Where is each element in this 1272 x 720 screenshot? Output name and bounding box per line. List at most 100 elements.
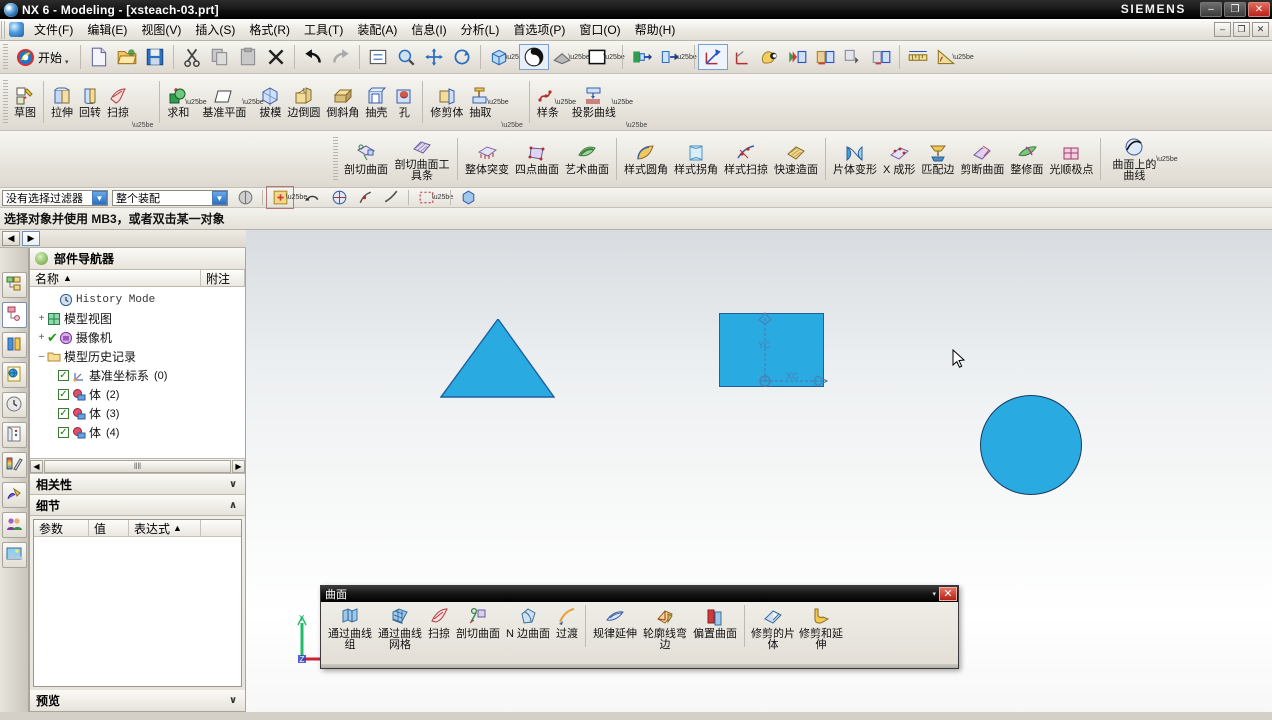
tree-expander[interactable]: + [36,332,47,343]
menu-item-edit[interactable]: 编辑(E) [80,19,134,40]
floating-toolbar-dropdown-icon[interactable]: ▾ [932,590,936,598]
delete-button[interactable] [262,45,290,69]
menu-item-window[interactable]: 窗口(O) [572,19,627,40]
copy-button[interactable] [206,45,234,69]
selection-filter-arrow-icon[interactable]: ▼ [92,190,107,205]
float-button-silhouette-flange[interactable]: 轮廓线弯边 [640,605,690,652]
toolbar-button-x-form[interactable]: X 成形 [880,141,918,177]
menu-item-tools[interactable]: 工具(T) [297,19,350,40]
spline-caret-icon[interactable]: \u25be [555,91,576,113]
paste-button[interactable] [234,45,262,69]
float-button-trimmed-sheet[interactable]: 修剪的片体 [749,605,797,652]
float-button-through-curve-mesh[interactable]: 通过曲线网格 [375,605,425,652]
toolbar-button-chamfer[interactable]: 倒斜角 [323,84,362,120]
floating-toolbar-close-button[interactable]: ✕ [939,587,957,601]
zoom-button[interactable] [392,45,420,69]
measure-distance-button[interactable] [904,45,932,69]
feature-group4-overflow-icon[interactable]: \u25be [626,122,647,129]
unite-caret-icon[interactable]: \u25be [185,91,206,113]
details-table[interactable]: 参数 值 表达式 ▲ [33,519,242,687]
scroll-right-button[interactable]: ▶ [232,459,245,473]
float-button-transition[interactable]: 过渡 [553,605,581,641]
toolbar-button-sweep[interactable]: 扫掠 [104,84,132,120]
tree-item-datum-csys[interactable]: ✓ 基准坐标系 (0) [30,366,245,385]
scroll-left-button[interactable]: ◀ [30,459,43,473]
toolbar-button-revolve[interactable]: 回转 [76,84,104,120]
view-cube-caret-icon[interactable]: \u25be [505,46,526,68]
part-navigator-tree[interactable]: History Mode + 模型视图 + ✔ 摄像机 – 模型历史记录 ✓ 基… [30,287,245,459]
menu-item-file[interactable]: 文件(F) [27,19,80,40]
float-button-through-curves[interactable]: 通过曲线组 [325,605,375,652]
toolbar-button-sketch[interactable]: 草图 [11,84,39,120]
tree-expander[interactable]: + [36,313,47,324]
tree-item-model-history[interactable]: – 模型历史记录 [30,347,245,366]
tree-item-body-4[interactable]: ✓ 体 (4) [30,423,245,442]
background-caret-icon[interactable]: \u25be [603,46,624,68]
toolbar-button-smooth-pole[interactable]: 光顺极点 [1046,141,1096,177]
standard-toolbar-grip[interactable] [3,44,8,70]
menu-item-analysis[interactable]: 分析(L) [454,19,507,40]
fit-view-button[interactable] [364,45,392,69]
snap-point-caret-icon[interactable]: \u25be [286,187,307,209]
float-button-n-sided-surface[interactable]: N 边曲面 [503,605,553,641]
save-button[interactable] [141,45,169,69]
chevron-up-icon[interactable]: ∧ [225,500,241,511]
chevron-down-icon[interactable]: ∨ [225,479,241,490]
chevron-down-icon[interactable]: ∨ [225,695,241,706]
start-menu-caret-icon[interactable]: ▾ [65,58,69,66]
new-file-button[interactable] [85,45,113,69]
rectangle-select-caret-icon[interactable]: \u25be [432,187,453,209]
move-object-button[interactable] [783,45,811,69]
rotate-button[interactable] [448,45,476,69]
pan-button[interactable] [420,45,448,69]
toolbar-button-global-shaping[interactable]: 整体突变 [462,141,512,177]
toolbar-button-trim-body[interactable]: 修剪体 [427,84,466,120]
feature-group3-overflow-icon[interactable]: \u25be [501,122,522,129]
undo-button[interactable] [299,45,327,69]
menu-item-insert[interactable]: 插入(S) [188,19,242,40]
mdi-restore-button[interactable]: ❐ [1233,22,1250,37]
curve-on-surface-caret-icon[interactable]: \u25be [1156,148,1177,170]
tree-horizontal-scrollbar[interactable]: ◀ ‖‖ ▶ [30,459,245,474]
tree-item-checkbox[interactable]: ✓ [58,389,69,400]
toolbar-button-styled-blend[interactable]: 样式圆角 [621,141,671,177]
toolbar-button-draft[interactable]: 拔模 [256,84,284,120]
pin-icon[interactable] [35,252,48,265]
resource-roles-button[interactable] [1,482,27,508]
instance-button[interactable] [867,45,895,69]
menu-item-help[interactable]: 帮助(H) [628,19,683,40]
layer-visible-button[interactable] [627,45,655,69]
toolbar-button-edge-blend[interactable]: 边倒圆 [284,84,323,120]
circle-body[interactable] [980,395,1082,495]
float-button-law-extension[interactable]: 规律延伸 [590,605,640,641]
toolbar-button-match-edge[interactable]: 匹配边 [918,141,957,177]
tree-expander[interactable]: – [36,351,47,362]
toolbar-button-section-surface[interactable]: 剖切曲面 [341,141,391,177]
tree-item-body-3[interactable]: ✓ 体 (3) [30,404,245,423]
toolbar-button-styled-corner[interactable]: 样式拐角 [671,141,721,177]
project-curve-caret-icon[interactable]: \u25be [612,91,633,113]
menu-item-format[interactable]: 格式(R) [242,19,297,40]
tree-item-checkbox[interactable]: ✓ [58,408,69,419]
menu-grip-handle[interactable] [1,20,7,39]
selection-filter-combo[interactable]: 没有选择过滤器 ▼ [2,189,108,206]
snap-tangent-button[interactable] [378,187,404,208]
details-column-parameter[interactable]: 参数 [34,520,89,536]
nav-back-button[interactable]: ◀ [2,231,20,246]
toolbar-button-extrude[interactable]: 拉伸 [48,84,76,120]
work-coordinate-system[interactable]: YC XC [714,308,834,398]
float-button-trim-and-extend[interactable]: 修剪和延伸 [797,605,845,652]
resource-history-button[interactable] [1,392,27,418]
resource-reuse-library-button[interactable] [1,332,27,358]
tree-item-history-mode[interactable]: History Mode [30,290,245,309]
start-menu-button[interactable]: 开始 ▾ [11,47,76,68]
selection-scope-arrow-icon[interactable]: ▼ [212,190,227,205]
tree-column-comment[interactable]: 附注 [201,270,245,286]
section-details[interactable]: 细节 ∧ [30,495,245,516]
details-column-expression[interactable]: 表达式 ▲ [129,520,201,536]
selection-scope-combo[interactable]: 整个装配 ▼ [112,189,228,206]
material-button[interactable] [755,45,783,69]
toolbar-button-curve-on-surface[interactable]: 曲面上的曲线 [1105,136,1163,183]
pattern-button[interactable] [839,45,867,69]
feature-group1-overflow-icon[interactable]: \u25be [132,122,153,129]
